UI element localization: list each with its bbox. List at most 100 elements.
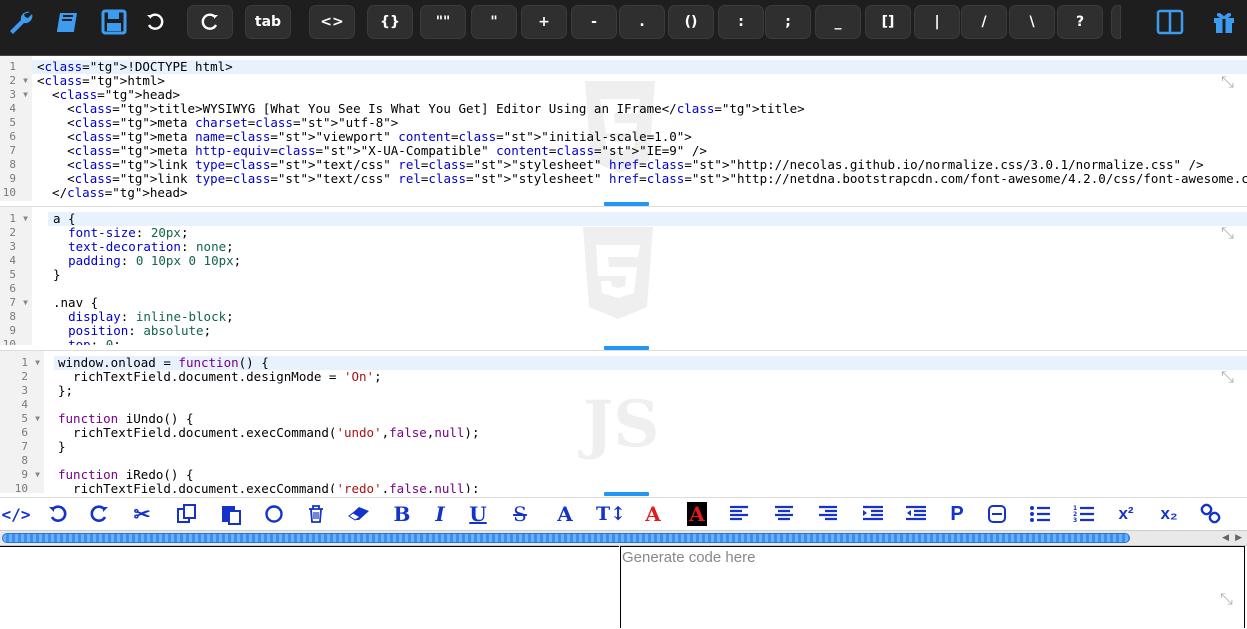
key-pipe[interactable]: | xyxy=(914,5,960,39)
forecolor-button[interactable]: A xyxy=(637,501,669,527)
horizontal-scrollbar[interactable]: ◀ ▶ xyxy=(0,530,1247,546)
key-braces[interactable]: {} xyxy=(367,5,413,39)
code-view-button[interactable]: </> xyxy=(0,501,32,527)
numbered-list-icon[interactable]: 123 xyxy=(1068,501,1100,527)
key-quote[interactable]: " xyxy=(471,5,517,39)
code-line[interactable]: } xyxy=(58,440,1247,454)
cut-icon[interactable]: ✂ xyxy=(126,501,158,527)
align-right-icon[interactable] xyxy=(812,501,844,527)
circle-icon[interactable] xyxy=(258,501,290,527)
paste-icon[interactable] xyxy=(215,501,247,527)
scroll-right-arrow-icon[interactable]: ▶ xyxy=(1235,532,1242,543)
code-line[interactable]: <class="tg">meta charset=class="st">"utf… xyxy=(37,116,1247,130)
key-backslash[interactable]: \ xyxy=(1009,5,1055,39)
redo-button[interactable] xyxy=(83,501,115,527)
key-partial[interactable] xyxy=(1111,5,1121,39)
align-left-icon[interactable] xyxy=(723,501,755,527)
book-icon[interactable] xyxy=(52,5,84,39)
key-brackets[interactable]: [] xyxy=(865,5,911,39)
code-line[interactable] xyxy=(58,398,1247,412)
code-line[interactable]: <class="tg">!DOCTYPE html> xyxy=(37,60,1247,74)
code-line[interactable]: display: inline-block; xyxy=(53,310,1247,324)
outdent-icon[interactable] xyxy=(900,501,932,527)
code-line[interactable]: } xyxy=(53,268,1247,282)
font-name-button[interactable]: A xyxy=(549,501,581,527)
code-line[interactable]: <class="tg">meta http-equiv=class="st">"… xyxy=(37,144,1247,158)
link-icon[interactable] xyxy=(1195,501,1227,527)
code-line[interactable]: window.onload = function() { xyxy=(58,356,1247,370)
generated-code-output[interactable]: Generate code here ⤡ xyxy=(620,546,1245,628)
code-line[interactable]: .nav { xyxy=(53,296,1247,310)
code-line[interactable]: a { xyxy=(53,212,1247,226)
code-line[interactable]: <class="tg">link type=class="st">"text/c… xyxy=(37,158,1247,172)
key-colon[interactable]: : xyxy=(718,5,764,39)
expand-icon[interactable]: ⤡ xyxy=(1221,369,1239,387)
code-line[interactable]: position: absolute; xyxy=(53,324,1247,338)
trash-icon[interactable] xyxy=(300,501,332,527)
redo-key[interactable] xyxy=(187,5,233,39)
expand-icon[interactable]: ⤡ xyxy=(1221,225,1239,243)
fold-arrow-icon[interactable]: ▼ xyxy=(23,74,28,88)
code-line[interactable]: top: 0; xyxy=(53,338,1247,346)
fold-arrow-icon[interactable]: ▼ xyxy=(23,88,28,102)
save-icon[interactable] xyxy=(98,5,130,39)
underline-button[interactable]: U xyxy=(462,501,494,527)
gift-icon[interactable] xyxy=(1208,5,1240,39)
code-line[interactable] xyxy=(58,454,1247,468)
css-editor[interactable]: 1 ▼ a {2 font-size: 20px; 3 text-decoration… xyxy=(0,206,1247,345)
key-minus[interactable]: - xyxy=(571,5,617,39)
copy-icon[interactable] xyxy=(171,501,203,527)
key-plus[interactable]: + xyxy=(521,5,567,39)
indent-icon[interactable] xyxy=(857,501,889,527)
key-question[interactable]: ? xyxy=(1057,5,1103,39)
js-editor[interactable]: JS 1 ▼ window.onload = function() {2 richT… xyxy=(0,350,1247,493)
code-line[interactable]: richTextField.document.designMode = 'On'… xyxy=(58,370,1247,384)
code-line[interactable]: <class="tg">title>WYSIWYG [What You See … xyxy=(37,102,1247,116)
key-dot[interactable]: . xyxy=(619,5,665,39)
fold-arrow-icon[interactable]: ▼ xyxy=(23,212,28,226)
wrench-icon[interactable] xyxy=(4,5,36,39)
code-line[interactable]: padding: 0 10px 0 10px; xyxy=(53,254,1247,268)
code-line[interactable]: function iUndo() { xyxy=(58,412,1247,426)
strikethrough-button[interactable]: S xyxy=(504,501,536,527)
fold-arrow-icon[interactable]: ▼ xyxy=(35,356,40,370)
code-line[interactable]: <class="tg">html> xyxy=(37,74,1247,88)
js-resize-handle[interactable] xyxy=(604,492,649,496)
fold-arrow-icon[interactable]: ▼ xyxy=(35,412,40,426)
undo-button[interactable] xyxy=(42,501,74,527)
eraser-icon[interactable] xyxy=(343,501,375,527)
align-center-icon[interactable] xyxy=(768,501,800,527)
code-line[interactable]: function iRedo() { xyxy=(58,468,1247,482)
key-semicolon[interactable]: ; xyxy=(765,5,811,39)
code-line[interactable]: font-size: 20px; xyxy=(53,226,1247,240)
code-line[interactable]: <class="tg">head> xyxy=(37,88,1247,102)
fold-arrow-icon[interactable]: ▼ xyxy=(23,296,28,310)
key-slash[interactable]: / xyxy=(961,5,1007,39)
code-line[interactable]: <class="tg">link type=class="st">"text/c… xyxy=(37,172,1247,186)
bold-button[interactable]: B xyxy=(386,501,418,527)
expand-icon[interactable]: ⤡ xyxy=(1220,591,1238,609)
key-double-quotes[interactable]: "" xyxy=(420,5,466,39)
paragraph-button[interactable]: P xyxy=(941,501,973,527)
key-parens[interactable]: () xyxy=(668,5,714,39)
code-line[interactable]: <class="tg">meta name=class="st">"viewpo… xyxy=(37,130,1247,144)
html-editor[interactable]: 1 <class="tg">!DOCTYPE html> 2 ▼ <class="tg"… xyxy=(0,56,1247,201)
code-line[interactable]: }; xyxy=(58,384,1247,398)
expand-icon[interactable]: ⤡ xyxy=(1221,74,1239,92)
code-line[interactable]: text-decoration: none; xyxy=(53,240,1247,254)
backcolor-button[interactable]: A xyxy=(681,501,713,527)
key-underscore[interactable]: _ xyxy=(815,5,861,39)
fold-arrow-icon[interactable]: ▼ xyxy=(35,468,40,482)
key-angle-brackets[interactable]: <> xyxy=(309,5,355,39)
subscript-button[interactable]: x₂ xyxy=(1153,501,1185,527)
italic-button[interactable]: I xyxy=(424,501,456,527)
scroll-left-arrow-icon[interactable]: ◀ xyxy=(1222,532,1229,543)
bullet-list-icon[interactable] xyxy=(1024,501,1056,527)
code-line[interactable]: richTextField.document.execCommand('undo… xyxy=(58,426,1247,440)
split-view-icon[interactable] xyxy=(1154,5,1186,39)
font-size-button[interactable]: T↕ xyxy=(594,501,628,527)
undo-key[interactable] xyxy=(140,5,170,39)
code-line[interactable] xyxy=(53,282,1247,296)
horizontal-rule-icon[interactable] xyxy=(981,501,1013,527)
superscript-button[interactable]: x² xyxy=(1110,501,1142,527)
